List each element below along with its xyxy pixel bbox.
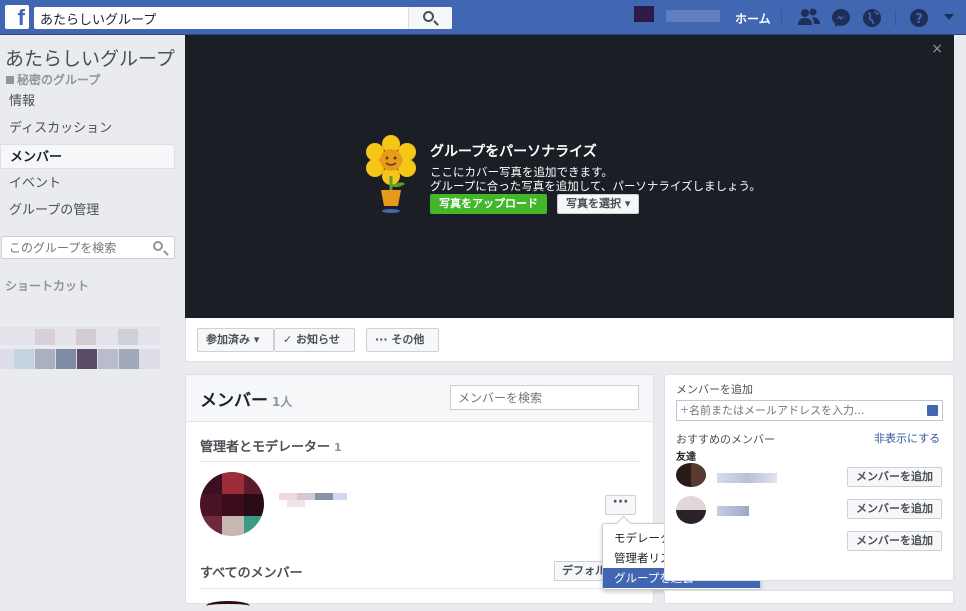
add-member-button-1[interactable]: メンバーを追加 (847, 467, 942, 487)
facebook-logo[interactable]: f (5, 5, 29, 29)
search-button[interactable] (408, 7, 452, 29)
admins-section-title: 管理者とモデレーター 1 (200, 436, 342, 455)
add-members-panel: メンバーを追加 + おすすめのメンバー 非表示にする 友達 メンバーを追加 メン… (664, 374, 954, 581)
suggestion-name-blurred-2[interactable] (717, 506, 749, 516)
admins-count: 1 (334, 441, 342, 454)
member-search-input[interactable] (451, 386, 631, 409)
search-icon (153, 241, 163, 251)
members-count: 1人 (272, 395, 293, 409)
global-search-input[interactable] (34, 7, 404, 29)
profile-name-blurred[interactable] (666, 10, 720, 22)
cover-line-1: ここにカバー写真を追加できます。 (430, 165, 613, 179)
members-panel: メンバー1人 管理者とモデレーター1 ··· すべてのメンバー デフォルト (185, 374, 654, 604)
group-action-bar: 参加済み ▾ ✓ お知らせ ··· その他 (185, 318, 954, 362)
account-caret-icon[interactable] (939, 8, 959, 28)
sidebar-item-members[interactable]: メンバー (0, 144, 175, 169)
group-privacy-label: 秘密のグループ (17, 73, 101, 87)
right-panel-bottom (664, 590, 954, 604)
notifications-button[interactable]: ✓ お知らせ (274, 328, 355, 352)
joined-button[interactable]: 参加済み ▾ (197, 328, 274, 352)
hide-suggestions-link[interactable]: 非表示にする (874, 430, 940, 446)
members-title-label: メンバー (200, 391, 268, 411)
suggestion-avatar-1[interactable] (676, 463, 706, 487)
left-sidebar: あたらしいグループ 秘密のグループ 情報 ディスカッション メンバー イベント … (0, 35, 185, 604)
members-header: メンバー 1人 (186, 375, 653, 422)
search-icon (423, 11, 434, 22)
suggestion-name-blurred-1[interactable] (717, 473, 777, 483)
member-avatar-partial[interactable] (206, 601, 250, 611)
suggested-members-title: おすすめのメンバー (676, 433, 775, 446)
topbar-divider-2 (895, 10, 896, 26)
contacts-icon[interactable] (927, 405, 938, 416)
cover-photo-area: × グループをパーソナライズ ここにカバー写真を追加できます。 グループに合った… (185, 35, 954, 318)
admins-title-label: 管理者とモデレーター (200, 440, 331, 455)
section-divider-2 (200, 588, 640, 589)
shortcut-list-blurred[interactable] (0, 327, 160, 377)
add-members-label: メンバーを追加 (676, 383, 753, 396)
home-link[interactable]: ホーム (735, 10, 771, 27)
profile-avatar[interactable] (634, 6, 654, 22)
top-navigation-bar: f ホーム ? (0, 0, 966, 35)
close-icon[interactable]: × (931, 41, 943, 57)
member-search (450, 385, 639, 410)
sidebar-item-discussion[interactable]: ディスカッション (0, 116, 175, 141)
add-member-input[interactable] (677, 401, 917, 420)
shortcuts-heading: ショートカット (5, 279, 90, 293)
select-photo-button[interactable]: 写真を選択 ▾ (557, 194, 640, 214)
topbar-divider (781, 10, 782, 26)
suggestion-avatar-2[interactable] (676, 496, 706, 524)
plus-icon: + (680, 403, 690, 416)
sidebar-item-manage-group[interactable]: グループの管理 (0, 198, 175, 223)
messenger-icon[interactable] (831, 8, 851, 28)
sunflower-illustration (366, 135, 416, 213)
svg-text:?: ? (915, 12, 923, 27)
global-search (34, 7, 452, 29)
friends-icon[interactable] (798, 8, 820, 28)
cover-prompt: グループをパーソナライズ ここにカバー写真を追加できます。 グループに合った写真… (430, 141, 761, 193)
friends-label: 友達 (676, 452, 696, 463)
lock-icon (6, 76, 14, 84)
group-privacy: 秘密のグループ (6, 71, 100, 88)
add-member-button-3[interactable]: メンバーを追加 (847, 531, 942, 551)
all-members-title: すべてのメンバー (200, 566, 303, 581)
sidebar-item-events[interactable]: イベント (0, 171, 175, 196)
cover-title: グループをパーソナライズ (430, 144, 597, 160)
help-icon[interactable]: ? (909, 8, 929, 28)
group-search-input[interactable] (2, 237, 142, 258)
globe-icon[interactable] (862, 8, 882, 28)
admin-name-blurred[interactable] (279, 493, 349, 507)
member-options-button[interactable]: ··· (605, 495, 636, 515)
more-button[interactable]: ··· その他 (366, 328, 439, 352)
add-member-button-2[interactable]: メンバーを追加 (847, 499, 942, 519)
section-divider (200, 461, 640, 462)
members-title: メンバー 1人 (200, 386, 292, 411)
cover-line-2: グループに合った写真を追加して、パーソナライズしましょう。 (430, 179, 761, 193)
admin-avatar[interactable] (200, 472, 264, 536)
group-search (1, 236, 175, 259)
add-member-field: + (676, 400, 943, 421)
upload-photo-button[interactable]: 写真をアップロード (430, 194, 547, 214)
sidebar-item-info[interactable]: 情報 (0, 89, 175, 114)
group-title[interactable]: あたらしいグループ (5, 44, 175, 71)
